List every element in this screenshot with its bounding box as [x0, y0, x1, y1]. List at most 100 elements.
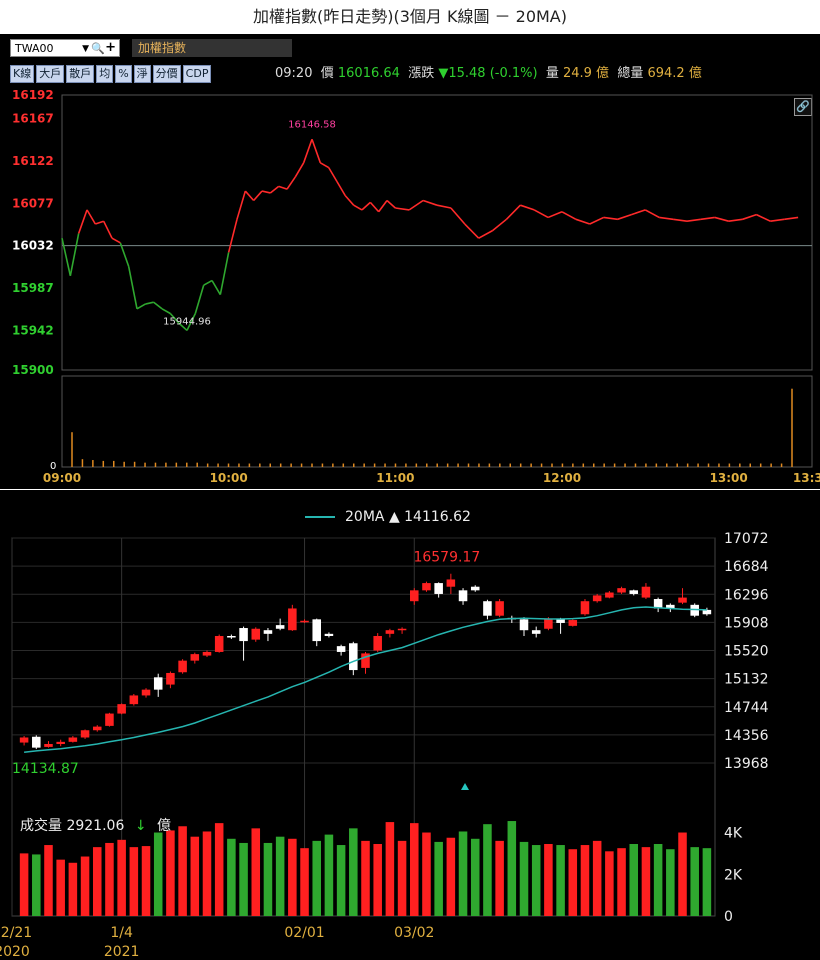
candle-body: [556, 619, 565, 623]
price-line-segment: [203, 279, 213, 286]
price-line-segment: [478, 229, 493, 239]
major-holders-button[interactable]: 大戶: [36, 65, 65, 83]
price-line-segment: [728, 218, 743, 222]
price-line-segment: [561, 211, 577, 221]
link-icon[interactable]: 🔗: [794, 98, 812, 116]
total-value: 694.2 億: [647, 66, 702, 81]
candle-body: [629, 590, 639, 594]
add-icon[interactable]: +: [105, 39, 116, 57]
x-tick-label: 13:00: [710, 471, 748, 485]
volume-bar: [592, 840, 602, 916]
volume-bar: [166, 830, 175, 916]
candle-body: [153, 677, 163, 690]
candle-body: [105, 713, 114, 726]
cdp-button[interactable]: CDP: [182, 65, 212, 83]
price-line-segment: [95, 220, 104, 225]
price-label: 價: [320, 66, 334, 81]
price-line-segment: [153, 301, 163, 310]
x-tick-label: 11:00: [376, 471, 414, 485]
price-line-segment: [77, 209, 88, 234]
x-tick-label: 09:00: [43, 471, 81, 485]
ma20-line: [24, 606, 707, 754]
symbol-toolbar: TWA00 ▼ 🔍 + 加權指數: [10, 38, 292, 58]
price-line-segment: [219, 252, 230, 295]
candle-body: [641, 586, 651, 598]
candle-body: [275, 625, 285, 629]
candle-body: [434, 583, 443, 594]
candle-body: [324, 633, 334, 637]
total-label: 總量: [617, 66, 644, 81]
candle-body: [580, 601, 590, 615]
volume-bar: [44, 845, 53, 916]
volume-bar: [678, 832, 687, 916]
price-line-segment: [261, 190, 271, 194]
search-icon[interactable]: 🔍: [91, 40, 105, 58]
average-button[interactable]: 均: [96, 65, 114, 83]
volume-bar: [202, 831, 212, 916]
price-line-segment: [127, 266, 138, 309]
price-volume-button[interactable]: 分價: [152, 65, 181, 83]
price-line-segment: [533, 209, 549, 219]
price-line-segment: [547, 211, 563, 219]
price-line-segment: [784, 216, 799, 221]
volume-bar: [580, 845, 590, 916]
candle-body: [592, 595, 602, 602]
volume-summary-label: 成交量: [20, 818, 62, 834]
y-tick-label: 15520: [724, 644, 769, 660]
price-line-segment: [61, 237, 72, 276]
net-button[interactable]: 淨: [133, 65, 151, 83]
y-tick-label: 14744: [724, 700, 769, 716]
price-line-segment: [102, 220, 113, 239]
high-label: 16146.58: [288, 119, 336, 130]
volume-bar: [629, 844, 639, 916]
price-line-segment: [169, 312, 180, 324]
volume-tick-label: 0: [724, 909, 733, 925]
volume-bar: [336, 845, 346, 916]
intraday-chart: 16192 16167 16122 16077 16032 15987 15942 15900…: [12, 88, 820, 485]
candle-body: [19, 737, 29, 743]
retail-button[interactable]: 散戶: [66, 65, 95, 83]
price-line-segment: [311, 138, 322, 164]
volume-bar: [251, 828, 261, 916]
volume-bar: [641, 847, 651, 916]
candle-body: [312, 619, 321, 642]
percent-button[interactable]: %: [115, 65, 132, 83]
price-line-segment: [227, 219, 238, 253]
candle-body: [531, 630, 541, 634]
change-value: ▼15.48 (-0.1%): [438, 66, 538, 81]
symbol-input[interactable]: TWA00 ▼ 🔍 +: [10, 39, 120, 57]
volume-bar: [214, 823, 224, 916]
candle-body: [166, 672, 175, 685]
symbol-code: TWA00: [15, 42, 54, 55]
candle-body: [446, 579, 456, 587]
volume-bar: [556, 845, 565, 916]
candle-body: [568, 620, 578, 626]
y-tick-label: 17072: [724, 531, 769, 547]
low-label: 14134.87: [12, 761, 79, 777]
symbol-name: 加權指數: [132, 39, 292, 57]
volume-bar: [19, 853, 29, 916]
chevron-down-icon[interactable]: ▼: [82, 40, 89, 58]
x-tick-label: 03/02: [394, 925, 434, 941]
price-line-segment: [369, 201, 380, 213]
candle-body: [373, 636, 382, 651]
volume-bar: [434, 841, 443, 916]
price-line-segment: [336, 181, 347, 197]
volume-bar: [373, 844, 382, 916]
volume-bar: [324, 834, 334, 916]
volume-bar: [483, 824, 492, 916]
kline-button[interactable]: K線: [10, 65, 35, 83]
candle-body: [190, 654, 200, 661]
y-tick-label: 15900: [12, 363, 54, 377]
volume-label: 量: [545, 66, 559, 81]
y-tick-label: 16192: [12, 88, 54, 102]
price-line-segment: [714, 216, 729, 222]
price-line-segment: [211, 280, 222, 296]
volume-bar: [702, 848, 712, 916]
price-line-segment: [294, 162, 305, 178]
candle-body: [214, 636, 224, 652]
x-tick-label: 10:00: [210, 471, 248, 485]
volume-bar: [361, 840, 370, 916]
volume-bar: [410, 823, 419, 916]
price-line-segment: [286, 176, 296, 190]
